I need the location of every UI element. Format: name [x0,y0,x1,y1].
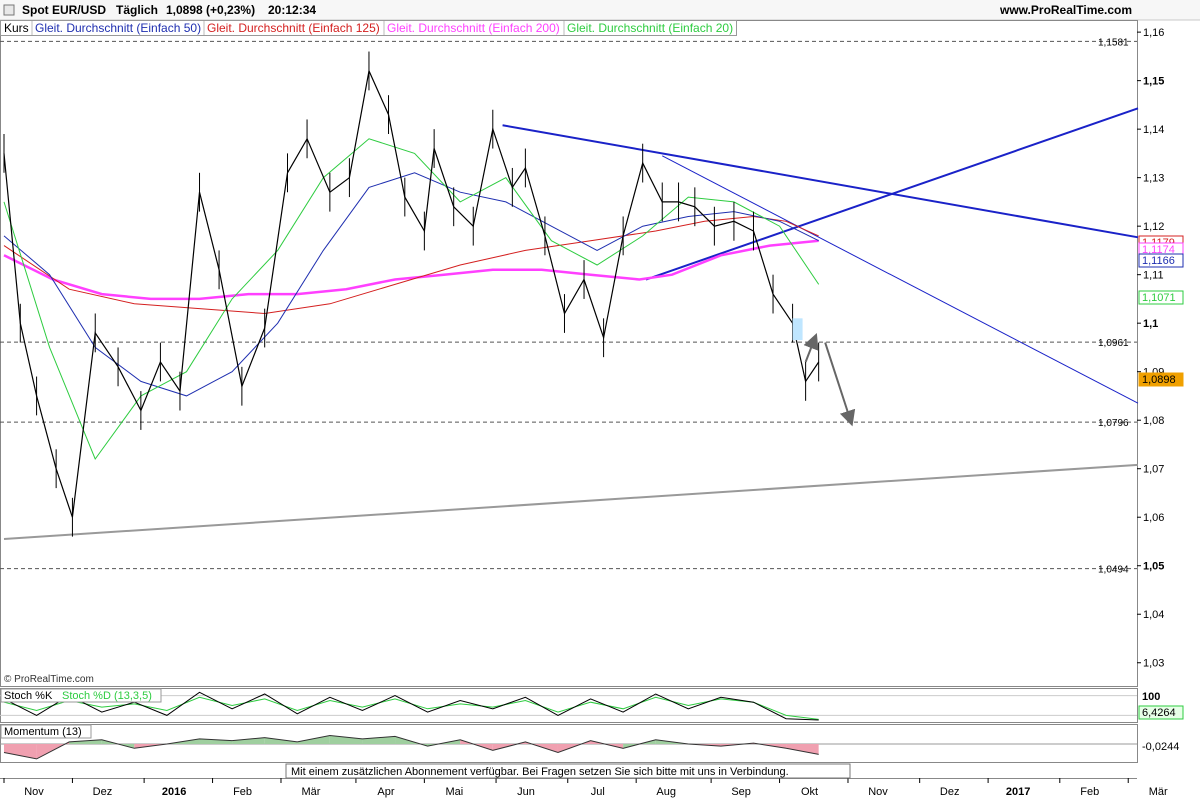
stoch-top-label: 100 [1142,691,1160,703]
x-tick-label: 2016 [162,786,186,798]
level-label: 1,0961 [1098,338,1129,349]
ma-label: 1,1071 [1142,292,1176,304]
legend-entry-1: Gleit. Durchschnitt (Einfach 50) [35,21,201,35]
stoch-k-label: Stoch %K [4,690,53,702]
price-change: 1,0898 (+0,23%) [166,3,255,17]
ma-label: 1,0898 [1142,374,1176,386]
y-tick-label: 1,12 [1143,221,1164,233]
x-tick-label: Feb [1080,786,1099,798]
stoch-d-label: Stoch %D (13,3,5) [62,690,152,702]
time-label: 20:12:34 [268,3,316,17]
y-tick-label: 1,04 [1143,609,1164,621]
x-tick-label: Mai [445,786,463,798]
y-tick-label: 1,1 [1143,318,1158,330]
x-tick-label: Sep [731,786,751,798]
instrument-title: Spot EUR/USD [22,3,106,17]
brand-link[interactable]: www.ProRealTime.com [999,3,1132,17]
ma-label: 1,1166 [1142,255,1175,267]
y-tick-label: 1,15 [1143,76,1164,88]
copyright-label: © ProRealTime.com [4,674,94,685]
y-tick-label: 1,16 [1143,27,1164,39]
y-tick-label: 1,06 [1143,512,1164,524]
x-tick-label: Nov [868,786,888,798]
chart: Spot EUR/USD Täglich 1,0898 (+0,23%) 20:… [0,0,1200,800]
x-tick-label: Jul [591,786,605,798]
stoch-value-label: 6,4264 [1142,707,1176,719]
level-label: 1,0494 [1098,565,1129,576]
y-tick-label: 1,13 [1143,173,1164,185]
legend-entry-4: Gleit. Durchschnitt (Einfach 20) [567,21,733,35]
legend-entry-2: Gleit. Durchschnitt (Einfach 125) [207,21,380,35]
y-tick-label: 1,08 [1143,415,1164,427]
level-label: 1,1581 [1098,37,1129,48]
x-tick-label: Jun [517,786,535,798]
y-tick-label: 1,05 [1143,561,1164,573]
level-label: 1,0796 [1098,418,1129,429]
x-tick-label: Okt [801,786,818,798]
x-tick-label: Mär [1149,786,1168,798]
y-tick-label: 1,11 [1143,270,1164,282]
x-tick-label: Aug [656,786,676,798]
legend: Kurs Gleit. Durchschnitt (Einfach 50) Glei… [0,20,737,36]
subscription-notice: Mit einem zusätzlichen Abonnement verfüg… [291,766,789,778]
legend-entry-3: Gleit. Durchschnitt (Einfach 200) [387,21,560,35]
y-tick-label: 1,03 [1143,658,1164,670]
x-tick-label: Dez [940,786,960,798]
x-tick-label: Feb [233,786,252,798]
window-menu-icon[interactable] [3,4,15,16]
y-tick-label: 1,14 [1143,124,1164,136]
legend-entry-0: Kurs [4,21,29,35]
momentum-value-label: -0,0244 [1142,741,1179,753]
price-highlight [792,318,803,341]
x-tick-label: Dez [93,786,113,798]
x-tick-label: Nov [24,786,44,798]
x-tick-label: Mär [302,786,321,798]
window-controls [3,4,15,16]
period-label: Täglich [116,3,158,17]
x-tick-label: 2017 [1006,786,1030,798]
x-tick-label: Apr [377,786,394,798]
momentum-label: Momentum (13) [4,726,82,738]
y-tick-label: 1,07 [1143,464,1164,476]
